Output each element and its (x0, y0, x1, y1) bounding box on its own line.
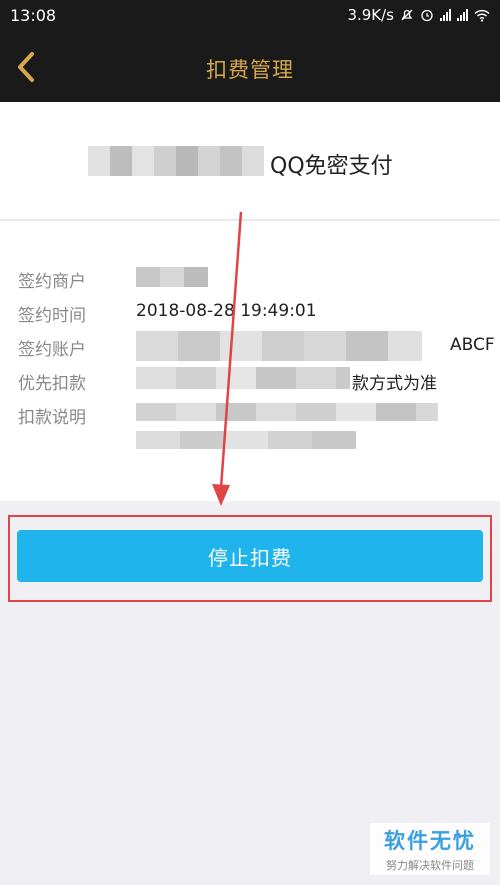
redacted-description-line-2 (136, 431, 356, 449)
nav-bar: 扣费管理 (0, 32, 500, 102)
signal-icon-2 (457, 9, 468, 21)
mute-icon (401, 9, 413, 21)
page-title: 扣费管理 (206, 58, 294, 82)
time-label: 签约时间 (18, 306, 86, 326)
annotation-highlight-box (8, 515, 492, 602)
status-bar: 13:08 3.9K/s (0, 0, 500, 32)
description-label: 扣款说明 (18, 408, 86, 428)
time-value: 2018-08-28 19:49:01 (136, 301, 317, 321)
account-label: 签约账户 (18, 340, 86, 360)
product-card: QQ免密支付 (0, 102, 500, 220)
redacted-account (136, 331, 422, 361)
account-suffix: ABCF (450, 335, 495, 355)
merchant-label: 签约商户 (18, 272, 86, 292)
wifi-icon (474, 9, 490, 22)
priority-suffix: 款方式为准 (352, 374, 437, 394)
contract-info: 签约商户 签约时间 2018-08-28 19:49:01 签约账户 ABCF … (0, 221, 500, 501)
network-speed: 3.9K/s (347, 6, 394, 24)
redacted-description-line-1 (136, 403, 438, 421)
watermark-logo: 软件无忧 努力解决软件问题 (370, 823, 490, 875)
watermark-subtitle: 努力解决软件问题 (386, 859, 474, 872)
redacted-priority (136, 367, 350, 389)
redacted-product-name (88, 146, 264, 176)
product-name: QQ免密支付 (270, 154, 393, 179)
signal-icon (440, 9, 451, 21)
priority-label: 优先扣款 (18, 374, 86, 394)
watermark-title: 软件无忧 (384, 829, 476, 853)
status-time: 13:08 (10, 6, 57, 25)
redacted-merchant (136, 267, 208, 287)
status-icons: 3.9K/s (347, 6, 490, 24)
alarm-icon (421, 9, 433, 22)
